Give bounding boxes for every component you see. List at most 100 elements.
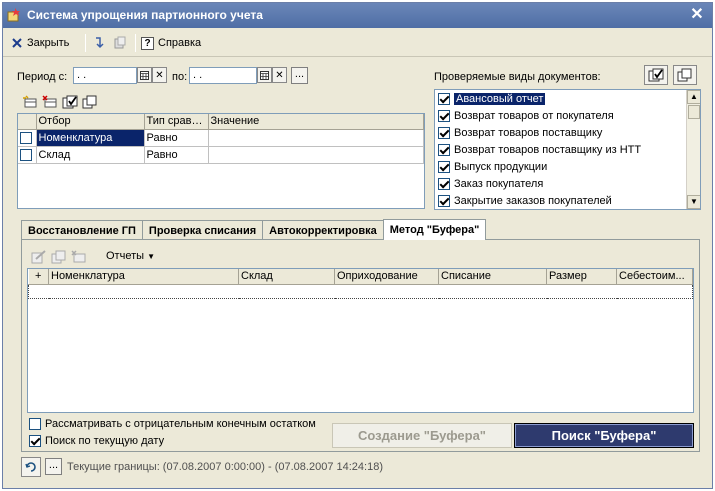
buffer-header-cost[interactable]: Себестоим... (616, 269, 693, 285)
filter-value-cell[interactable] (208, 146, 424, 164)
close-icon[interactable]: ✕ (688, 6, 706, 24)
list-item[interactable]: Авансовый отчет (435, 90, 700, 107)
doc-item-label: Возврат товаров поставщику (454, 126, 603, 139)
reports-menu[interactable]: Отчеты ▼ (106, 250, 155, 262)
uncheck-all-icon[interactable] (81, 93, 99, 111)
period-from-field[interactable]: . . (73, 67, 137, 84)
doc-item-label: Авансовый отчет (454, 92, 546, 105)
table-row[interactable]: Склад Равно (18, 146, 424, 164)
doc-item-label: Закрытие заказов покупателей (454, 194, 612, 207)
row-checkbox[interactable] (20, 148, 32, 161)
doc-checkbox[interactable] (438, 194, 450, 207)
help-button[interactable]: ? Справка (141, 33, 201, 53)
create-buffer-button[interactable]: Создание "Буфера" (332, 423, 512, 448)
doc-checkbox[interactable] (438, 143, 450, 156)
check-all-docs-icon[interactable] (644, 65, 668, 85)
copy-doc-icon[interactable] (111, 34, 129, 52)
tab-gp-restore[interactable]: Восстановление ГП (21, 220, 143, 240)
filter-value-cell[interactable] (208, 129, 424, 147)
doc-item-label: Возврат товаров поставщику из НТТ (454, 143, 642, 156)
check-all-icon[interactable] (61, 93, 79, 111)
uncheck-all-docs-icon[interactable] (673, 65, 697, 85)
negative-balance-checkbox[interactable] (29, 418, 41, 430)
list-item[interactable]: Закрытие заказов покупателей (435, 192, 700, 209)
close-button[interactable]: Закрыть (11, 33, 69, 53)
doc-list-scrollbar[interactable]: ▲ ▼ (686, 90, 700, 209)
buffer-table: + Номенклатура Склад Оприходование Списа… (27, 268, 694, 413)
buffer-header-size[interactable]: Размер (546, 269, 617, 285)
filter-compare-cell[interactable]: Равно (144, 129, 209, 147)
scroll-down-icon[interactable]: ▼ (687, 195, 700, 209)
doc-checkbox[interactable] (438, 109, 450, 122)
refresh-icon[interactable] (21, 457, 41, 477)
filter-compare-cell[interactable]: Равно (144, 146, 209, 164)
doc-checkbox[interactable] (438, 126, 450, 139)
buffer-header-nomenclature[interactable]: Номенклатура (48, 269, 239, 285)
table-row[interactable]: Номенклатура Равно (18, 129, 424, 147)
filter-field-cell[interactable]: Номенклатура (36, 129, 145, 147)
clear-from-icon[interactable]: ✕ (152, 67, 167, 83)
add-row-icon[interactable] (21, 93, 39, 111)
current-date-label: Поиск по текущую дату (45, 435, 165, 447)
list-item[interactable]: Возврат товаров от покупателя (435, 107, 700, 124)
current-bounds-text: Текущие границы: (07.08.2007 0:00:00) - … (67, 461, 383, 473)
tab-bar: Восстановление ГП Проверка списания Авто… (21, 219, 487, 240)
period-from-label: Период с: (17, 71, 68, 83)
doc-item-label: Заказ покупателя (454, 177, 544, 190)
filter-header-field[interactable]: Отбор (36, 114, 145, 130)
list-item[interactable]: Выпуск продукции (435, 158, 700, 175)
row-checkbox[interactable] (20, 131, 32, 144)
dropdown-arrow-icon: ▼ (147, 252, 156, 261)
buffer-header-receipt[interactable]: Оприходование (334, 269, 439, 285)
buffer-tab-panel: Отчеты ▼ + Номенклатура Склад Оприходова… (21, 239, 700, 452)
app-icon (7, 8, 20, 22)
doc-checkbox[interactable] (438, 177, 450, 190)
calendar-icon[interactable] (257, 67, 272, 83)
list-item[interactable]: Заказ покупателя (435, 175, 700, 192)
scroll-thumb[interactable] (688, 105, 700, 119)
status-select-button[interactable]: ... (45, 458, 62, 475)
row-checkbox-cell[interactable] (18, 129, 37, 147)
filter-header-compare[interactable]: Тип сравн... (144, 114, 209, 130)
toolbar-separator (135, 34, 136, 52)
toolbar: Закрыть ? Справка (3, 29, 712, 57)
calendar-icon[interactable] (137, 67, 152, 83)
row-checkbox-cell[interactable] (18, 146, 37, 164)
current-date-checkbox[interactable] (29, 435, 41, 447)
buffer-header-expand[interactable]: + (28, 269, 49, 285)
window-title: Система упрощения партионного учета (27, 8, 263, 22)
scroll-up-icon[interactable]: ▲ (687, 90, 700, 104)
table-row[interactable] (28, 283, 693, 299)
current-date-option[interactable]: Поиск по текущую дату (29, 435, 164, 447)
empty-row[interactable] (28, 283, 693, 299)
buffer-header-writeoff[interactable]: Списание (438, 269, 547, 285)
main-window: Система упрощения партионного учета ✕ За… (2, 2, 713, 489)
buffer-header-warehouse[interactable]: Склад (238, 269, 335, 285)
doc-checkbox[interactable] (438, 92, 450, 105)
doc-item-label: Выпуск продукции (454, 160, 548, 173)
reports-label: Отчеты (106, 250, 145, 262)
clear-to-icon[interactable]: ✕ (272, 67, 287, 83)
list-item[interactable]: Возврат товаров поставщику из НТТ (435, 141, 700, 158)
doc-types-label: Проверяемые виды документов: (434, 71, 601, 83)
tab-writeoff-check[interactable]: Проверка списания (141, 220, 264, 240)
copy-disabled-icon[interactable] (50, 248, 68, 266)
filter-header-value[interactable]: Значение (208, 114, 424, 130)
period-to-field[interactable]: . . (189, 67, 257, 84)
delete-row-icon[interactable] (41, 93, 59, 111)
tab-buffer-method[interactable]: Метод "Буфера" (382, 219, 487, 240)
doc-types-list: Авансовый отчет Возврат товаров от покуп… (434, 89, 701, 210)
negative-balance-option[interactable]: Рассматривать с отрицательным конечным о… (29, 418, 316, 430)
help-icon: ? (141, 36, 154, 50)
redirect-icon[interactable] (91, 34, 109, 52)
doc-item-label: Возврат товаров от покупателя (454, 109, 614, 122)
search-buffer-button[interactable]: Поиск "Буфера" (514, 423, 694, 448)
toolbar-separator (85, 34, 86, 52)
list-item[interactable]: Возврат товаров поставщику (435, 124, 700, 141)
edit-disabled-icon[interactable] (30, 248, 48, 266)
doc-checkbox[interactable] (438, 160, 450, 173)
tab-autocorrection[interactable]: Автокорректировка (262, 220, 384, 240)
delete-disabled-icon[interactable] (70, 248, 88, 266)
period-select-button[interactable]: ... (291, 67, 308, 84)
filter-field-cell[interactable]: Склад (36, 146, 145, 164)
